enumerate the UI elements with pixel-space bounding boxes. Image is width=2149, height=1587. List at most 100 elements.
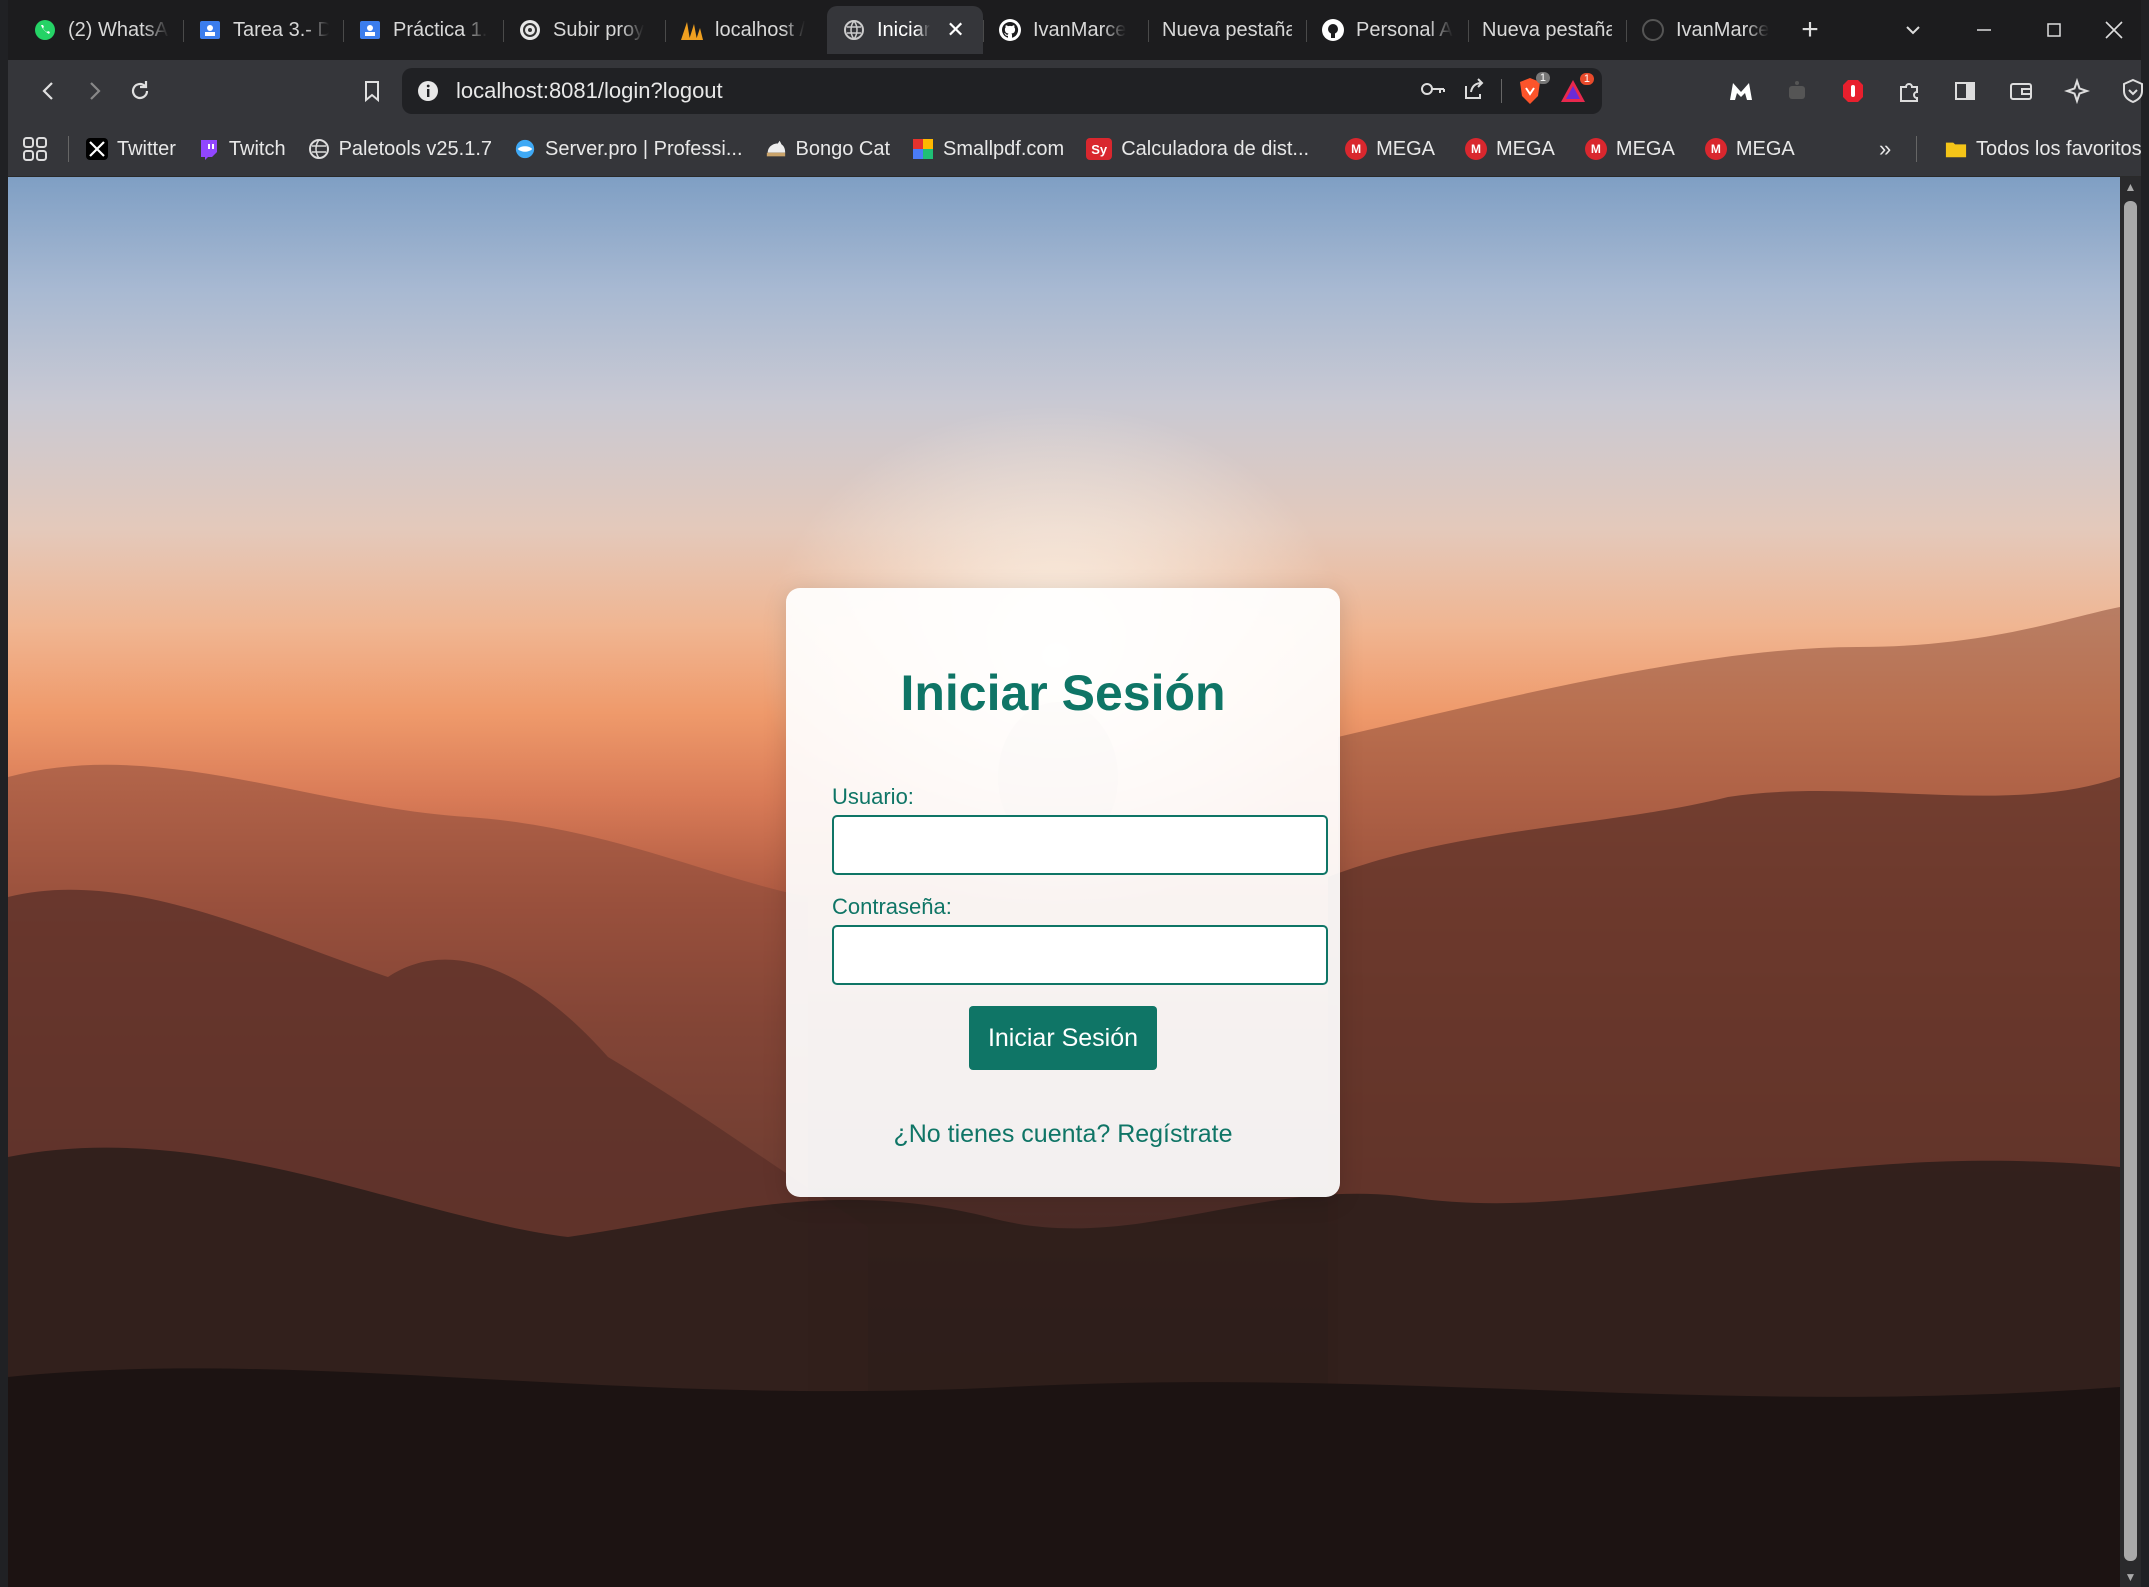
maximize-button[interactable]: [2024, 0, 2084, 60]
tab-localhost[interactable]: localhost /: [665, 6, 827, 54]
calculator-icon: Sy: [1086, 138, 1113, 160]
tab-label: Tarea 3.- D: [233, 18, 329, 41]
tab-github-ivanmarce[interactable]: IvanMarce: [983, 6, 1148, 54]
login-card: Iniciar Sesión Usuario: Contraseña: Inic…: [786, 588, 1340, 1197]
shields-badge: 1: [1535, 72, 1550, 84]
all-bookmarks-folder[interactable]: Todos los favoritos: [1934, 129, 2149, 169]
bookmark-label: Smallpdf.com: [943, 137, 1065, 160]
tab-github-personal[interactable]: Personal A: [1306, 6, 1468, 54]
bookmark-mega-1[interactable]: M MEGA: [1334, 129, 1446, 169]
tab-search-button[interactable]: [1883, 0, 1943, 60]
scroll-up-icon[interactable]: ▲: [2120, 177, 2141, 197]
arrow-right-icon: [90, 82, 101, 100]
mega-icon: M: [1465, 138, 1487, 160]
bookmark-calculadora[interactable]: Sy Calculadora de dist...: [1075, 129, 1320, 169]
twitch-icon: [198, 138, 220, 160]
bookmark-label: Server.pro | Professi...: [545, 137, 743, 160]
tab-whatsapp[interactable]: (2) WhatsApp: [18, 6, 183, 54]
address-bar[interactable]: localhost:8081/login?logout 1 1: [402, 68, 1602, 114]
mega-icon: M: [1345, 138, 1368, 160]
tab-label: Iniciar: [877, 18, 931, 41]
puzzle-icon[interactable]: [1886, 68, 1932, 114]
tab-label: Subir proy: [553, 18, 645, 41]
divider: [1501, 79, 1502, 103]
bookmark-label: Twitch: [228, 137, 286, 160]
tab-label: Nueva pestaña: [1482, 18, 1612, 41]
bookmark-label: Paletools v25.1.7: [338, 137, 493, 160]
bookmark-twitch[interactable]: Twitch: [187, 129, 297, 169]
mega-icon: M: [1704, 138, 1727, 160]
key-icon[interactable]: [1419, 79, 1447, 104]
x-icon: [86, 138, 108, 160]
bookmark-mega-3[interactable]: M MEGA: [1574, 129, 1686, 169]
scrollbar[interactable]: ▲ ▼: [2120, 177, 2141, 1587]
apps-button[interactable]: [8, 129, 62, 169]
minimize-button[interactable]: [1954, 0, 2014, 60]
bookmark-icon: [365, 81, 379, 103]
github-icon: [1320, 17, 1346, 43]
bookmark-twitter[interactable]: Twitter: [75, 129, 187, 169]
tab-tarea[interactable]: Tarea 3.- D: [183, 6, 343, 54]
login-title: Iniciar Sesión: [900, 665, 1226, 721]
tab-nueva-pestana[interactable]: Nueva pestaña: [1148, 6, 1306, 54]
back-button[interactable]: [26, 68, 72, 114]
bookmark-bongo-cat[interactable]: Bongo Cat: [754, 129, 902, 169]
minimize-icon: [1977, 29, 1991, 31]
close-window-button[interactable]: [2084, 0, 2144, 60]
tab-practica[interactable]: Práctica 1.: [343, 6, 503, 54]
github-icon: [997, 17, 1023, 43]
password-input[interactable]: [832, 925, 1328, 985]
adblock-icon[interactable]: [1830, 68, 1876, 114]
chevron-down-icon: [1906, 26, 1920, 35]
robot-extension-icon[interactable]: [1774, 68, 1820, 114]
serverpro-icon: [514, 138, 536, 160]
new-tab-button[interactable]: +: [1788, 8, 1832, 52]
globe-icon: [308, 138, 330, 160]
brave-shields-icon[interactable]: 1: [1516, 72, 1550, 106]
browser-window: (2) WhatsApp Tarea 3.- D Práctica 1. Sub…: [8, 0, 2144, 1587]
apps-grid-icon: [23, 137, 47, 161]
vpn-shield-icon[interactable]: [2110, 68, 2149, 114]
wallet-icon[interactable]: [1998, 68, 2044, 114]
close-icon[interactable]: ✕: [946, 17, 964, 43]
share-icon[interactable]: [1461, 76, 1487, 107]
mega-icon: M: [1584, 138, 1607, 160]
folder-icon: [1945, 138, 1967, 160]
login-button[interactable]: Iniciar Sesión: [969, 1006, 1157, 1070]
tab-nueva-pestana-2[interactable]: Nueva pestaña: [1468, 6, 1626, 54]
tab-github-ivanmarce-2[interactable]: IvanMarce: [1626, 6, 1788, 54]
forward-button[interactable]: [71, 68, 117, 114]
rewards-badge: 1: [1579, 73, 1594, 85]
leo-ai-icon[interactable]: [2054, 68, 2100, 114]
divider: [68, 136, 69, 162]
maximize-icon: [2047, 23, 2061, 37]
bookmark-mega-4[interactable]: M MEGA: [1694, 129, 1806, 169]
phpmyadmin-icon: [679, 17, 705, 43]
bookmark-label: Bongo Cat: [795, 137, 891, 160]
scroll-down-icon[interactable]: ▼: [2120, 1567, 2141, 1587]
brave-rewards-icon[interactable]: 1: [1558, 73, 1594, 105]
sidebar-icon[interactable]: [1942, 68, 1988, 114]
github-icon: [1640, 17, 1666, 43]
page-viewport: Iniciar Sesión Usuario: Contraseña: Inic…: [8, 177, 2120, 1587]
malwarebytes-icon[interactable]: [1718, 68, 1764, 114]
scrollbar-thumb[interactable]: [2124, 201, 2137, 1561]
globe-icon: [841, 17, 867, 43]
info-icon[interactable]: [416, 79, 440, 103]
reload-button[interactable]: [117, 68, 163, 114]
address-toolbar: localhost:8081/login?logout 1 1: [8, 60, 2143, 122]
bookmark-page-button[interactable]: [349, 68, 395, 114]
tab-subir-proyecto[interactable]: Subir proy: [503, 6, 665, 54]
password-label: Contraseña:: [832, 894, 952, 919]
more-bookmarks-button[interactable]: »: [1868, 129, 1902, 169]
username-input[interactable]: [832, 815, 1328, 875]
bookmarks-bar: Twitter Twitch Paletools v25.1.7 Server.…: [8, 122, 2142, 177]
bookmark-mega-2[interactable]: M MEGA: [1454, 129, 1566, 169]
bookmark-smallpdf[interactable]: Smallpdf.com: [901, 129, 1075, 169]
bookmark-serverpro[interactable]: Server.pro | Professi...: [503, 129, 754, 169]
bookmark-label: MEGA: [1735, 137, 1795, 160]
bongo-cat-icon: [765, 138, 787, 160]
register-link[interactable]: ¿No tienes cuenta? Regístrate: [786, 1120, 1340, 1149]
tab-iniciar-sesion[interactable]: Iniciar ✕: [827, 6, 983, 54]
bookmark-paletools[interactable]: Paletools v25.1.7: [297, 129, 503, 169]
